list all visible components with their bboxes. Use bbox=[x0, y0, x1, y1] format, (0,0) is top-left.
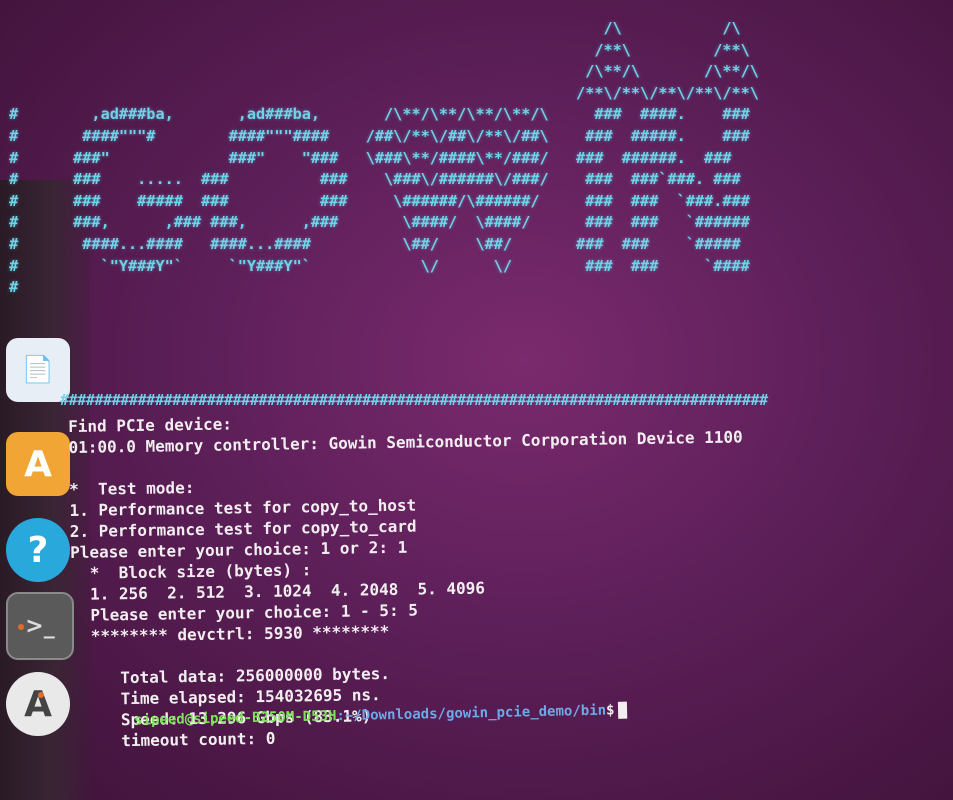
line-time-elapsed: Time elapsed: 154032695 ns. bbox=[72, 685, 381, 709]
help-icon[interactable]: ? bbox=[6, 518, 70, 582]
terminal-output: Find PCIe device: 01:00.0 Memory control… bbox=[68, 405, 747, 752]
line-devctrl: ******** devctrl: 5930 ******** bbox=[71, 621, 390, 646]
line-test-mode: * Test mode: bbox=[69, 478, 195, 499]
terminal-running-indicator bbox=[18, 624, 24, 630]
line-choice-mode: Please enter your choice: 1 or 2: 1 bbox=[69, 537, 408, 562]
gowin-ascii-banner: /\ /\ /**\ /**\ /\**/\ /\**/\ /**\/**\/*… bbox=[9, 19, 759, 297]
line-total-data: Total data: 256000000 bytes. bbox=[71, 663, 391, 688]
line-find-pcie: Find PCIe device: bbox=[68, 414, 233, 436]
line-option-host: 1. Performance test for copy_to_host bbox=[69, 495, 417, 520]
software-store-icon[interactable]: A bbox=[6, 432, 70, 496]
line-timeout-count: timeout count: 0 bbox=[72, 728, 276, 751]
line-block-options: 1. 256 2. 512 3. 1024 4. 2048 5. 4096 bbox=[70, 578, 486, 604]
updater-running-indicator bbox=[38, 692, 44, 698]
line-block-size: * Block size (bytes) : bbox=[70, 560, 312, 583]
software-updater-icon[interactable]: A bbox=[6, 672, 70, 736]
line-choice-block: Please enter your choice: 1 - 5: 5 bbox=[70, 600, 419, 625]
line-option-card: 2. Performance test for copy_to_card bbox=[69, 516, 417, 541]
terminal-icon[interactable]: >_ bbox=[6, 592, 74, 660]
text-cursor[interactable] bbox=[618, 701, 628, 719]
prompt-symbol: $ bbox=[605, 702, 615, 719]
